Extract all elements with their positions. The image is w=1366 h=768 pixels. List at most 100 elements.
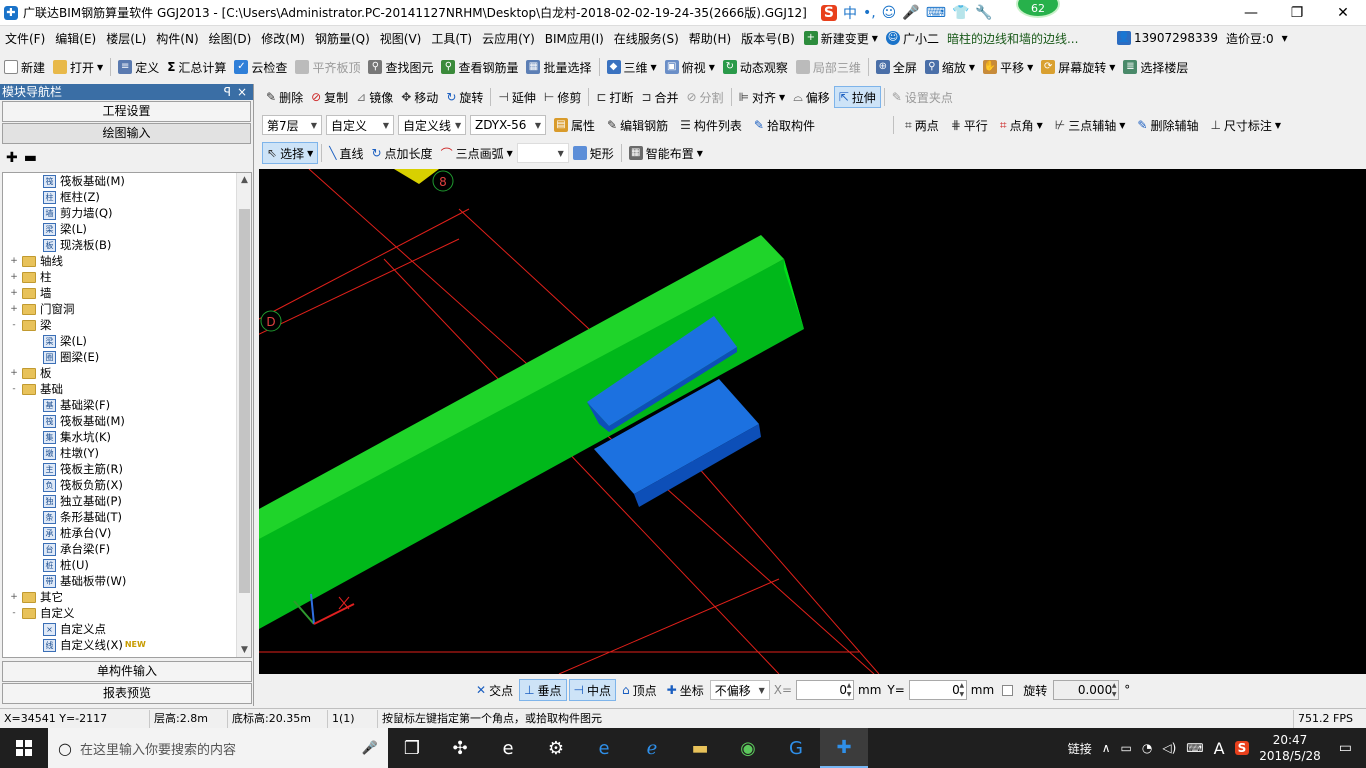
tree-item[interactable]: 线自定义线(X) NEW [3, 637, 237, 653]
tree-item[interactable]: 梁梁(L) [3, 221, 237, 237]
menu-view[interactable]: 视图(V) [375, 30, 427, 47]
menu-modify[interactable]: 修改(M) [256, 30, 310, 47]
batch-select-button[interactable]: ▦ 批量选择 [522, 56, 595, 78]
offset-button[interactable]: ⌓ 偏移 [789, 86, 834, 108]
dimension-button[interactable]: ⊥ 尺寸标注 ▼ [1206, 114, 1285, 136]
pin-icon[interactable]: ꟼ [224, 84, 231, 100]
menu-help[interactable]: 帮助(H) [684, 30, 736, 47]
merge-button[interactable]: ⊐ 合并 [637, 86, 682, 108]
file-explorer-icon[interactable]: ▬ [676, 728, 724, 768]
floor-select[interactable]: 第7层 ▼ [262, 115, 322, 135]
tree-folder[interactable]: + 柱 [3, 269, 237, 285]
mirror-button[interactable]: ⊿ 镜像 [352, 86, 397, 108]
close-button[interactable]: ✕ [1320, 0, 1366, 25]
rotate-checkbox[interactable] [1002, 684, 1014, 696]
taskbar-search[interactable]: ○ 在这里输入你要搜索的内容 🎤 [48, 728, 388, 768]
settings-app-icon[interactable]: ⚙ [532, 728, 580, 768]
point-length-button[interactable]: ↻ 点加长度 [367, 142, 436, 164]
wifi-icon[interactable]: ◔ [1142, 741, 1152, 755]
tree-item[interactable]: 板现浇板(B) [3, 237, 237, 253]
menu-edit[interactable]: 编辑(E) [50, 30, 101, 47]
collapse-all-icon[interactable]: ▬ [24, 150, 37, 166]
sogou-icon[interactable]: S [820, 4, 837, 21]
voice-icon[interactable]: 🎤 [902, 5, 919, 21]
tree-folder[interactable]: - 自定义 [3, 605, 237, 621]
y-offset-input[interactable]: 0 ▲ ▼ [908, 680, 967, 700]
news-marquee[interactable]: 暗柱的边线和墙的边线... [943, 27, 1113, 49]
task-view-icon[interactable]: ❐ [388, 728, 436, 768]
keyboard-icon[interactable]: ⌨ [926, 5, 946, 21]
tree-item[interactable]: 带基础板带(W) [3, 573, 237, 589]
tree-expander-icon[interactable]: + [9, 253, 19, 269]
menu-file[interactable]: 文件(F) [0, 30, 50, 47]
delete-aux-button[interactable]: ✎ 删除辅轴 [1133, 114, 1202, 136]
new-button[interactable]: 新建 [0, 56, 49, 78]
menu-overflow-button[interactable]: ▾ [1278, 27, 1292, 49]
new-change-button[interactable]: + 新建变更 ▼ [800, 27, 882, 49]
find-element-button[interactable]: ⚲ 查找图元 [364, 56, 437, 78]
tree-item[interactable]: 集集水坑(K) [3, 429, 237, 445]
menu-cloud[interactable]: 云应用(Y) [477, 30, 540, 47]
drawing-viewport[interactable]: 8 D [259, 169, 1366, 674]
emoji-icon[interactable]: ☺ [882, 5, 897, 21]
fan-app-icon[interactable]: ✣ [436, 728, 484, 768]
tray-chevron-icon[interactable]: ∧ [1102, 741, 1111, 755]
define-button[interactable]: ≡ 定义 [114, 56, 163, 78]
edit-steel-button[interactable]: ✎ 编辑钢筋 [603, 114, 672, 136]
project-settings-button[interactable]: 工程设置 [2, 101, 251, 122]
tree-item[interactable]: 筏筏板基础(M) [3, 173, 237, 189]
tree-folder[interactable]: -梁 [3, 317, 237, 333]
select-floor-button[interactable]: ≣ 选择楼层 [1119, 56, 1192, 78]
menu-online[interactable]: 在线服务(S) [609, 30, 684, 47]
tree-item[interactable]: 条条形基础(T) [3, 509, 237, 525]
ime-mode[interactable]: A [1214, 739, 1225, 758]
component-tree[interactable]: 筏筏板基础(M) 柱框柱(Z) 墙剪力墙(Q) 梁梁(L) 板现浇板(B) + 轴线 + 柱 + 墙… [2, 172, 252, 658]
tools-icon[interactable]: 🔧 [975, 5, 992, 21]
local-3d-button[interactable]: 局部三维 [792, 56, 865, 78]
tree-item[interactable]: 桩桩(U) [3, 557, 237, 573]
snap-intersect-toggle[interactable]: ✕ 交点 [472, 679, 517, 701]
rotate-button[interactable]: ↻ 旋转 [442, 86, 487, 108]
dynamic-view-button[interactable]: ↻ 动态观察 [719, 56, 792, 78]
property-button[interactable]: ▤ 属性 [550, 114, 599, 136]
tree-item[interactable]: 基基础梁(F) [3, 397, 237, 413]
align-button[interactable]: ⊫ 对齐 ▼ [735, 86, 790, 108]
smart-layout-button[interactable]: ▦ 智能布置 ▼ [625, 142, 707, 164]
fullscreen-button[interactable]: ⊕ 全屏 [872, 56, 921, 78]
stretch-button[interactable]: ⇱ 拉伸 [833, 86, 881, 108]
scene-svg[interactable]: 8 D [259, 169, 1366, 674]
trim-button[interactable]: ⊢ 修剪 [540, 86, 585, 108]
zoom-button[interactable]: ⚲ 缩放 ▼ [921, 56, 979, 78]
snap-coord-toggle[interactable]: ✚ 坐标 [663, 679, 708, 701]
tree-item[interactable]: 主筏板主筋(R) [3, 461, 237, 477]
menu-draw[interactable]: 绘图(D) [204, 30, 257, 47]
menu-tools[interactable]: 工具(T) [426, 30, 477, 47]
cloud-check-button[interactable]: ✓ 云检查 [230, 56, 291, 78]
point-angle-button[interactable]: ⌗ 点角 ▼ [996, 114, 1047, 136]
tree-expander-icon[interactable]: + [9, 365, 19, 381]
panel-close-icon[interactable]: × [237, 84, 247, 100]
clock[interactable]: 20:47 2018/5/28 [1259, 732, 1321, 764]
component-name-select[interactable]: ZDYX-56 ▼ [470, 115, 546, 135]
component-type-select[interactable]: 自定义 ▼ [326, 115, 394, 135]
tree-folder[interactable]: + 墙 [3, 285, 237, 301]
price-bean[interactable]: 造价豆:0 [1222, 27, 1278, 49]
minimize-button[interactable]: — [1228, 0, 1274, 25]
tree-expander-icon[interactable]: + [9, 285, 19, 301]
rotate-angle-input[interactable]: 0.000 ▲ ▼ [1053, 680, 1120, 700]
ie-icon[interactable]: ℯ [628, 728, 676, 768]
delete-button[interactable]: ✎ 删除 [262, 86, 307, 108]
component-list-button[interactable]: ☰ 构件列表 [676, 114, 746, 136]
tree-item[interactable]: 筏筏板基础(M) [3, 413, 237, 429]
score-badge[interactable]: 62 [1016, 0, 1060, 18]
tree-folder[interactable]: - 基础 [3, 381, 237, 397]
select-button[interactable]: ⇖ 选择 ▼ [262, 142, 319, 164]
tree-folder[interactable]: + 门窗洞 [3, 301, 237, 317]
tree-item[interactable]: 承桩承台(V) [3, 525, 237, 541]
scroll-up-icon[interactable]: ▲ [237, 175, 251, 185]
line-button[interactable]: ╲ 直线 [325, 142, 367, 164]
view-steel-button[interactable]: ⚲ 查看钢筋量 [437, 56, 522, 78]
menu-steel[interactable]: 钢筋量(Q) [310, 30, 375, 47]
tree-expander-icon[interactable]: - [9, 381, 19, 397]
tree-folder[interactable]: + 轴线 [3, 253, 237, 269]
